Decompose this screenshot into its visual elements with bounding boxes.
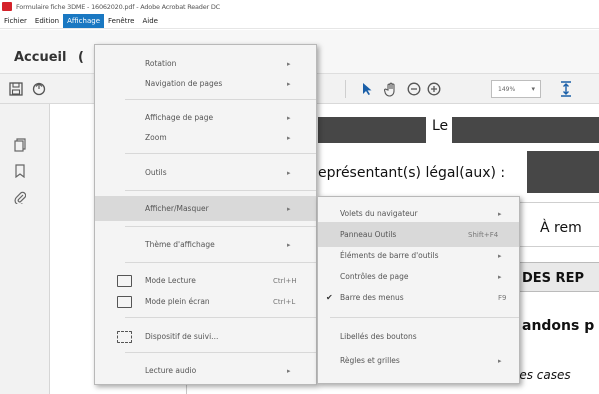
zoom-in-icon[interactable] (427, 82, 441, 99)
menu-aide[interactable]: Aide (138, 14, 161, 28)
acrobat-logo-icon (2, 2, 12, 11)
menu-item-lecture-audio[interactable]: Lecture audio ▸ (95, 358, 316, 383)
afficher-masquer-submenu: Volets du navigateur ▸ Panneau Outils Sh… (317, 196, 520, 384)
menu-fenetre[interactable]: Fenêtre (104, 14, 138, 28)
doc-text-a-rem: À rem (540, 220, 582, 236)
submenu-arrow-icon: ▸ (498, 272, 502, 281)
redacted-block (452, 117, 599, 143)
affichage-menu: Rotation ▸ Navigation de pages ▸ Afficha… (94, 44, 317, 385)
menu-fichier[interactable]: Fichier (0, 14, 31, 28)
zoom-out-icon[interactable] (407, 82, 421, 99)
menu-separator (125, 262, 316, 263)
zoom-level-value: 149% (498, 85, 516, 93)
submenu-arrow-icon: ▸ (498, 251, 502, 260)
submenu-arrow-icon: ▸ (287, 168, 291, 177)
menu-item-dispositif-suivi[interactable]: Dispositif de suivi... (95, 324, 316, 349)
window-title: Formulaire fiche 3DME - 16062020.pdf - A… (16, 2, 221, 11)
menu-item-zoom[interactable]: Zoom ▸ (95, 125, 316, 150)
shortcut-barre-menus: F9 (498, 293, 507, 302)
submenu-arrow-icon: ▸ (287, 59, 291, 68)
menu-separator (125, 153, 316, 154)
menu-separator (125, 226, 316, 227)
menu-separator (125, 352, 316, 353)
toolbar-separator (345, 80, 346, 98)
menu-separator (125, 190, 316, 191)
submenu-arrow-icon: ▸ (287, 133, 291, 142)
submenu-arrow-icon: ▸ (287, 79, 291, 88)
bookmark-icon[interactable] (14, 164, 26, 182)
shortcut-mode-lecture: Ctrl+H (273, 276, 297, 285)
redacted-block (527, 151, 599, 193)
doc-text-des-rep: DES REP (522, 271, 584, 286)
menu-separator (125, 317, 316, 318)
submenu-arrow-icon: ▸ (287, 113, 291, 122)
submenu-item-barre-menus[interactable]: ✔ Barre des menus F9 (318, 285, 519, 310)
doc-text-representant: eprésentant(s) légal(aux) : (318, 165, 506, 181)
redacted-block (318, 117, 426, 143)
menu-separator (125, 99, 316, 100)
chevron-down-icon: ▾ (531, 85, 535, 93)
shortcut-plein-ecran: Ctrl+L (273, 297, 296, 306)
shortcut-panneau-outils: Shift+F4 (468, 230, 499, 239)
menu-item-mode-plein-ecran[interactable]: Mode plein écran Ctrl+L (95, 289, 316, 314)
submenu-arrow-icon: ▸ (287, 204, 291, 213)
fullscreen-icon (117, 295, 132, 308)
hand-tool-icon[interactable] (384, 82, 398, 100)
doc-text-cases: les cases (516, 368, 571, 382)
doc-text-andons: andons p (522, 318, 595, 334)
doc-text-le: Le (432, 118, 449, 134)
menu-bar: Fichier Edition Affichage Fenêtre Aide (0, 13, 599, 29)
save-icon[interactable] (9, 82, 23, 99)
menu-item-afficher-masquer[interactable]: Afficher/Masquer ▸ (95, 196, 316, 221)
fit-page-icon[interactable] (560, 81, 572, 100)
pages-thumbnail-icon[interactable] (14, 138, 26, 156)
tab-home[interactable]: Accueil (14, 50, 66, 65)
tracker-icon (117, 330, 132, 343)
attachment-icon[interactable] (14, 190, 27, 208)
menu-edition[interactable]: Edition (31, 14, 63, 28)
menu-affichage[interactable]: Affichage (63, 13, 105, 28)
submenu-arrow-icon: ▸ (287, 240, 291, 249)
checkmark-icon: ✔ (326, 293, 333, 302)
select-cursor-icon[interactable] (361, 82, 373, 99)
title-bar: Formulaire fiche 3DME - 16062020.pdf - A… (0, 0, 599, 13)
zoom-level-select[interactable]: 149% ▾ (491, 80, 541, 98)
share-icon[interactable] (32, 82, 46, 99)
menu-item-navigation-pages[interactable]: Navigation de pages ▸ (95, 71, 316, 96)
menu-item-outils[interactable]: Outils ▸ (95, 160, 316, 185)
submenu-item-libelles-boutons[interactable]: Libellés des boutons (318, 324, 519, 349)
submenu-arrow-icon: ▸ (498, 356, 502, 365)
menu-separator (330, 317, 519, 318)
menu-item-theme-affichage[interactable]: Thème d'affichage ▸ (95, 232, 316, 257)
submenu-arrow-icon: ▸ (287, 366, 291, 375)
submenu-item-regles-grilles[interactable]: Règles et grilles ▸ (318, 348, 519, 373)
submenu-arrow-icon: ▸ (498, 209, 502, 218)
reading-mode-icon (117, 274, 132, 287)
tab-partial[interactable]: ( (78, 50, 84, 65)
